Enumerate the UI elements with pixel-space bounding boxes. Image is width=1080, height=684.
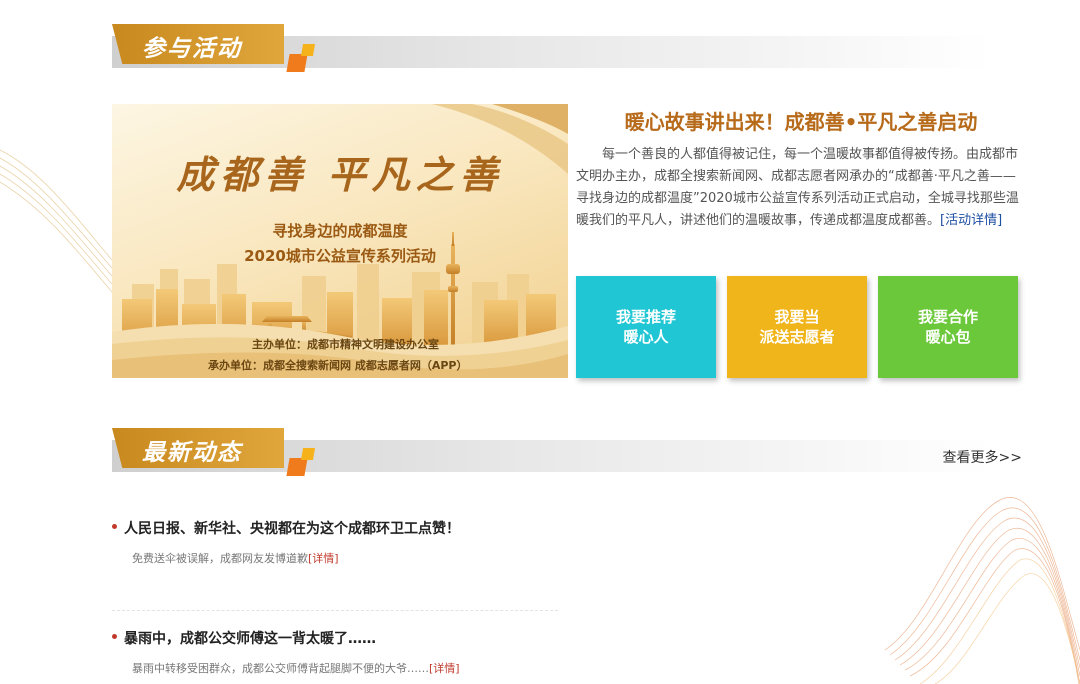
news-section-header: 最新动态 查看更多>> — [112, 428, 1042, 478]
view-more-link[interactable]: 查看更多>> — [943, 447, 1022, 467]
news-title[interactable]: 人民日报、新华社、央视都在为这个成都环卫工点赞！ — [112, 518, 562, 538]
recommend-warm-person-button[interactable]: 我要推荐 暖心人 — [576, 276, 716, 378]
activity-detail-link[interactable]: [活动详情] — [940, 213, 1002, 228]
section-title: 最新动态 — [142, 439, 242, 466]
activity-banner[interactable]: 成都善 平凡之善 寻找身边的成都温度 2020城市公益宣传系列活动 主办单位：成… — [112, 104, 568, 378]
banner-subtitle: 寻找身边的成都温度 — [272, 222, 408, 240]
button-label-line1: 我要推荐 — [615, 308, 676, 326]
news-title[interactable]: 暴雨中，成都公交师傅这一背太暖了…… — [112, 628, 562, 648]
banner-co-organizer: 承办单位：成都全搜索新闻网 成都志愿者网（APP） — [208, 359, 468, 372]
orange-square-icon — [286, 54, 308, 72]
delivery-volunteer-button[interactable]: 我要当 派送志愿者 — [727, 276, 867, 378]
cooperate-warm-pack-button[interactable]: 我要合作 暖心包 — [878, 276, 1018, 378]
section-tab: 最新动态 — [112, 428, 284, 468]
news-desc-text: 免费送伞被误解，成都网友发博道歉 — [132, 552, 308, 565]
yellow-square-icon — [300, 448, 316, 460]
news-detail-link[interactable]: [详情] — [429, 662, 460, 675]
banner-organizer: 主办单位：成都市精神文明建设办公室 — [252, 338, 439, 351]
button-label-line1: 我要当 — [774, 308, 820, 326]
news-summary: 免费送伞被误解，成都网友发博道歉[详情] — [112, 550, 562, 566]
activity-headline[interactable]: 暖心故事讲出来！成都善•平凡之善启动 — [596, 106, 1006, 135]
orange-square-icon — [286, 458, 308, 476]
banner-title: 成都善 平凡之善 — [176, 152, 504, 197]
button-label-line2: 暖心人 — [623, 328, 669, 346]
banner-subtitle-2: 2020城市公益宣传系列活动 — [244, 247, 436, 265]
activity-section-header: 参与活动 — [112, 24, 1042, 74]
news-divider — [112, 610, 558, 611]
button-label-line2: 派送志愿者 — [759, 328, 835, 346]
news-summary: 暴雨中转移受困群众，成都公交师傅背起腿脚不便的大爷……[详情] — [112, 660, 562, 676]
button-label-line1: 我要合作 — [917, 308, 978, 326]
news-item: 暴雨中，成都公交师傅这一背太暖了…… 暴雨中转移受困群众，成都公交师傅背起腿脚不… — [112, 628, 562, 676]
button-label-line2: 暖心包 — [925, 328, 971, 346]
news-item: 人民日报、新华社、央视都在为这个成都环卫工点赞！ 免费送伞被误解，成都网友发博道… — [112, 518, 562, 566]
news-desc-text: 暴雨中转移受困群众，成都公交师傅背起腿脚不便的大爷…… — [132, 662, 429, 675]
section-tab: 参与活动 — [112, 24, 284, 64]
news-detail-link[interactable]: [详情] — [308, 552, 339, 565]
yellow-square-icon — [300, 44, 316, 56]
section-title: 参与活动 — [142, 35, 242, 62]
activity-description: 每一个善良的人都值得被记住，每一个温暖故事都值得被传扬。由成都市文明办主办，成都… — [576, 144, 1020, 232]
